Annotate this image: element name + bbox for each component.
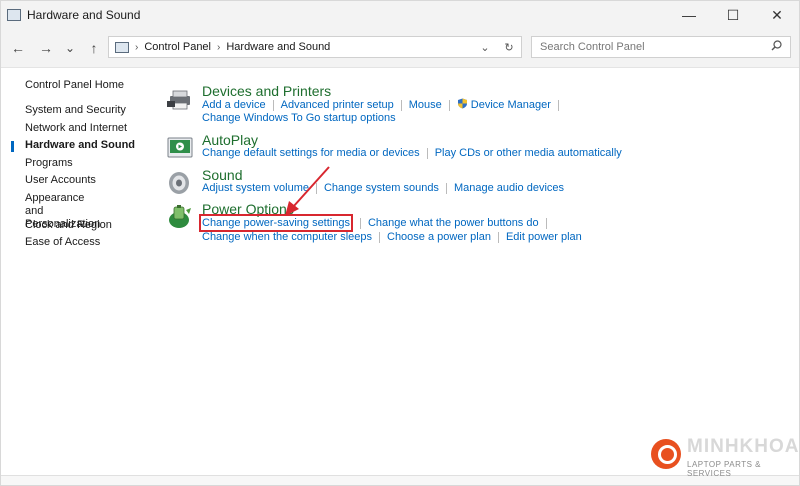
bottom-edge — [1, 475, 799, 485]
category-links-line: Add a device Advanced printer setup Mouse D… — [202, 98, 566, 111]
control-panel-icon — [115, 41, 129, 53]
category-title-autoplay[interactable]: AutoPlay — [202, 132, 258, 148]
forward-arrow-icon[interactable]: → — [33, 35, 59, 61]
breadcrumb-control-panel[interactable]: Control Panel — [144, 41, 211, 53]
sidebar-item-control-panel-home[interactable]: Control Panel Home — [25, 79, 124, 92]
shield-icon — [457, 98, 467, 109]
recent-locations-chevron-icon[interactable]: ⌄ — [61, 35, 79, 61]
link-edit-power-plan[interactable]: Edit power plan — [506, 231, 582, 243]
link-play-media-automatically[interactable]: Play CDs or other media automatically — [435, 147, 622, 159]
category-links-line: Change when the computer sleeps Choose a … — [202, 231, 582, 243]
category-title-devices-and-printers[interactable]: Devices and Printers — [202, 83, 331, 99]
breadcrumb-hardware-and-sound[interactable]: Hardware and Sound — [226, 41, 330, 53]
title-bar: Hardware and Sound — ☐ ✕ — [1, 1, 799, 29]
search-box[interactable] — [531, 36, 791, 58]
sidebar-item-programs[interactable]: Programs — [25, 157, 73, 170]
up-arrow-icon[interactable]: ↑ — [81, 35, 107, 61]
category-links-line: Change Windows To Go startup options — [202, 112, 396, 124]
link-divider — [400, 99, 402, 111]
search-input[interactable] — [538, 40, 762, 54]
control-panel-icon — [7, 9, 21, 21]
link-advanced-printer-setup[interactable]: Advanced printer setup — [281, 99, 394, 111]
maximize-button[interactable]: ☐ — [711, 1, 755, 29]
link-device-manager[interactable]: Device Manager — [471, 99, 551, 111]
link-divider — [359, 217, 361, 229]
control-panel-window: Hardware and Sound — ☐ ✕ ← → ⌄ ↑ › Contr… — [0, 0, 800, 486]
link-add-a-device[interactable]: Add a device — [202, 99, 266, 111]
link-divider — [545, 217, 547, 229]
refresh-icon[interactable]: ↻ — [497, 41, 521, 54]
category-links-line: Change power-saving settings Change what … — [199, 214, 554, 232]
link-divider — [497, 231, 499, 243]
sidebar-item-user-accounts[interactable]: User Accounts — [25, 174, 96, 187]
brand-logo-icon — [651, 439, 681, 469]
annotation-arrow — [285, 166, 330, 216]
link-manage-audio-devices[interactable]: Manage audio devices — [454, 182, 564, 194]
window-controls: — ☐ ✕ — [667, 1, 799, 29]
watermark-brand: MINHKHOA — [687, 436, 800, 457]
address-dropdown-chevron-icon[interactable]: ⌄ — [473, 41, 497, 54]
back-arrow-icon[interactable]: ← — [5, 35, 31, 61]
link-divider — [426, 147, 428, 159]
category-links-line: Change default settings for media or dev… — [202, 147, 622, 159]
speaker-icon — [169, 172, 189, 194]
category-title-sound[interactable]: Sound — [202, 167, 242, 183]
close-button[interactable]: ✕ — [755, 1, 799, 29]
minimize-button[interactable]: — — [667, 1, 711, 29]
category-links-line: Adjust system volume Change system sounds… — [202, 182, 564, 194]
sidebar-item-system-and-security[interactable]: System and Security — [25, 104, 126, 117]
link-change-power-buttons[interactable]: Change what the power buttons do — [368, 217, 539, 229]
autoplay-icon — [167, 137, 193, 158]
link-change-default-media-settings[interactable]: Change default settings for media or dev… — [202, 147, 420, 159]
link-divider — [272, 99, 274, 111]
search-icon[interactable] — [771, 40, 782, 54]
sidebar-item-ease-of-access[interactable]: Ease of Access — [25, 236, 100, 249]
watermark-tagline: LAPTOP PARTS & SERVICES — [687, 460, 761, 478]
sidebar-item-hardware-and-sound[interactable]: Hardware and Sound — [25, 139, 135, 152]
battery-icon — [169, 205, 191, 228]
link-change-windows-to-go-startup-options[interactable]: Change Windows To Go startup options — [202, 112, 396, 124]
watermark-logo: MINHKHOA LAPTOP PARTS & SERVICES — [651, 434, 799, 478]
printer-icon — [167, 90, 190, 110]
link-divider — [445, 182, 447, 194]
sidebar-item-clock-and-region[interactable]: Clock and Region — [25, 219, 112, 232]
link-change-when-computer-sleeps[interactable]: Change when the computer sleeps — [202, 231, 372, 243]
link-change-system-sounds[interactable]: Change system sounds — [324, 182, 439, 194]
link-divider — [448, 99, 450, 111]
link-divider — [557, 99, 559, 111]
chevron-right-icon[interactable]: › — [135, 42, 138, 53]
link-mouse[interactable]: Mouse — [409, 99, 442, 111]
address-bar[interactable]: › Control Panel › Hardware and Sound ⌄ ↻ — [108, 36, 522, 58]
link-choose-a-power-plan[interactable]: Choose a power plan — [387, 231, 491, 243]
chevron-right-icon[interactable]: › — [217, 42, 220, 53]
active-item-indicator — [11, 141, 14, 152]
sidebar-item-network-and-internet[interactable]: Network and Internet — [25, 122, 127, 135]
link-divider — [379, 231, 380, 243]
window-title: Hardware and Sound — [27, 8, 141, 22]
